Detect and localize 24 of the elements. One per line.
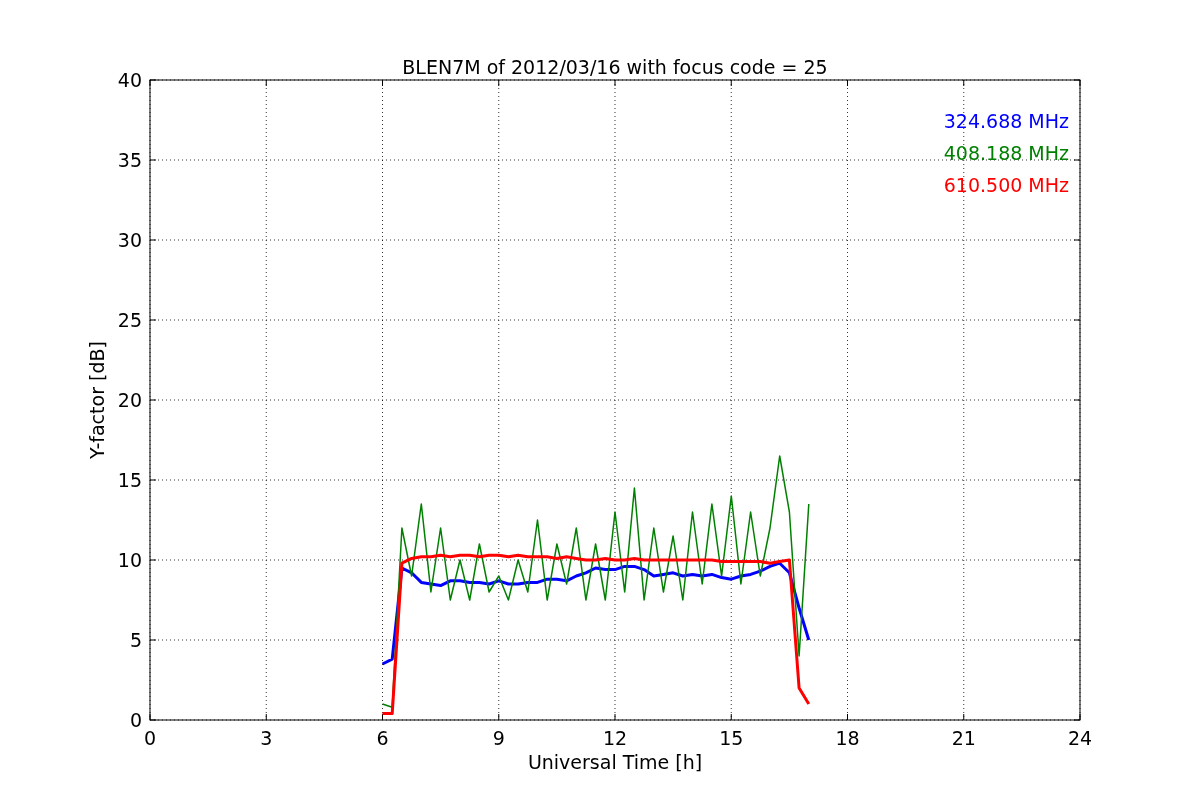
- tick-label: 15: [719, 727, 744, 749]
- tick-label: 24: [1067, 727, 1093, 749]
- tick-label: 5: [129, 629, 142, 651]
- tick-label: 30: [117, 229, 142, 251]
- x-axis-label: Universal Time [h]: [527, 751, 703, 773]
- tick-label: 35: [117, 149, 142, 171]
- tick-label: 0: [143, 727, 157, 749]
- tick-label: 15: [117, 469, 142, 491]
- tick-label: 25: [117, 309, 142, 331]
- legend-label: 610.500 MHz: [943, 174, 1069, 196]
- tick-label: 21: [951, 727, 976, 749]
- tick-label: 18: [835, 727, 860, 749]
- tick-label: 40: [117, 69, 142, 91]
- tick-label: 20: [117, 389, 142, 411]
- legend-label: 324.688 MHz: [943, 110, 1069, 132]
- tick-label: 0: [129, 709, 142, 731]
- tick-label: 3: [260, 727, 273, 749]
- tick-label: 10: [117, 549, 142, 571]
- chart-title: BLEN7M of 2012/03/16 with focus code = 25: [402, 56, 828, 78]
- tick-label: 12: [602, 727, 628, 749]
- legend-label: 408.188 MHz: [943, 142, 1069, 164]
- y-axis-label: Y-factor [dB]: [86, 341, 108, 459]
- tick-label: 9: [492, 727, 505, 749]
- tick-label: 6: [376, 727, 389, 749]
